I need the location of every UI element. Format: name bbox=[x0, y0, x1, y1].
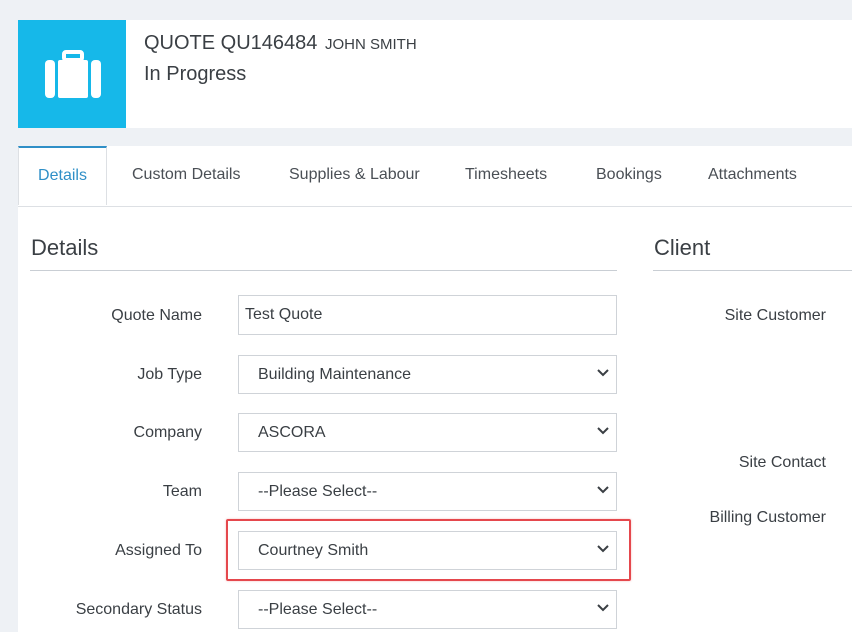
tab-timesheets[interactable]: Timesheets bbox=[465, 146, 547, 206]
billing-customer-label: Billing Customer bbox=[709, 509, 826, 526]
team-value: --Please Select-- bbox=[258, 483, 378, 500]
company-label: Company bbox=[133, 424, 202, 441]
secondary-status-select[interactable]: --Please Select-- bbox=[238, 590, 617, 629]
client-name: JOHN SMITH bbox=[324, 36, 417, 53]
company-value: ASCORA bbox=[258, 424, 326, 441]
chevron-down-icon bbox=[597, 604, 609, 612]
tab-bar: Details Custom Details Supplies & Labour… bbox=[18, 146, 852, 207]
chevron-down-icon bbox=[597, 486, 609, 494]
quote-main-panel: Details Custom Details Supplies & Labour… bbox=[18, 146, 852, 632]
details-section-title: Details bbox=[31, 235, 99, 260]
job-type-select[interactable]: Building Maintenance bbox=[238, 355, 617, 394]
tab-attachments[interactable]: Attachments bbox=[708, 146, 797, 206]
tab-bookings[interactable]: Bookings bbox=[596, 146, 662, 206]
tab-details[interactable]: Details bbox=[18, 146, 107, 205]
site-customer-label: Site Customer bbox=[724, 307, 826, 324]
page-title: QUOTE QU146484 JOHN SMITH bbox=[144, 32, 417, 55]
assigned-to-select[interactable]: Courtney Smith bbox=[238, 531, 617, 570]
details-divider bbox=[30, 270, 617, 271]
job-type-label: Job Type bbox=[137, 366, 202, 383]
secondary-status-value: --Please Select-- bbox=[258, 601, 378, 618]
chevron-down-icon bbox=[597, 427, 609, 435]
client-divider bbox=[653, 270, 852, 271]
secondary-status-label: Secondary Status bbox=[75, 601, 202, 618]
team-select[interactable]: --Please Select-- bbox=[238, 472, 617, 511]
quote-number: QUOTE QU146484 bbox=[144, 32, 318, 54]
company-select[interactable]: ASCORA bbox=[238, 413, 617, 452]
tab-custom-details[interactable]: Custom Details bbox=[132, 146, 240, 206]
quote-name-label: Quote Name bbox=[111, 307, 202, 324]
quote-status: In Progress bbox=[144, 63, 247, 85]
quote-icon-tile bbox=[18, 20, 126, 128]
assigned-to-value: Courtney Smith bbox=[258, 542, 369, 559]
client-section-title: Client bbox=[654, 235, 711, 260]
site-contact-label: Site Contact bbox=[738, 454, 826, 471]
briefcase-icon bbox=[45, 50, 101, 98]
job-type-value: Building Maintenance bbox=[258, 366, 411, 383]
quote-header: QUOTE QU146484 JOHN SMITH In Progress bbox=[18, 20, 852, 128]
chevron-down-icon bbox=[597, 545, 609, 553]
team-label: Team bbox=[162, 483, 202, 500]
assigned-to-label: Assigned To bbox=[115, 542, 202, 559]
tab-supplies-labour[interactable]: Supplies & Labour bbox=[289, 146, 420, 206]
chevron-down-icon bbox=[597, 369, 609, 377]
quote-name-input[interactable] bbox=[238, 295, 617, 335]
